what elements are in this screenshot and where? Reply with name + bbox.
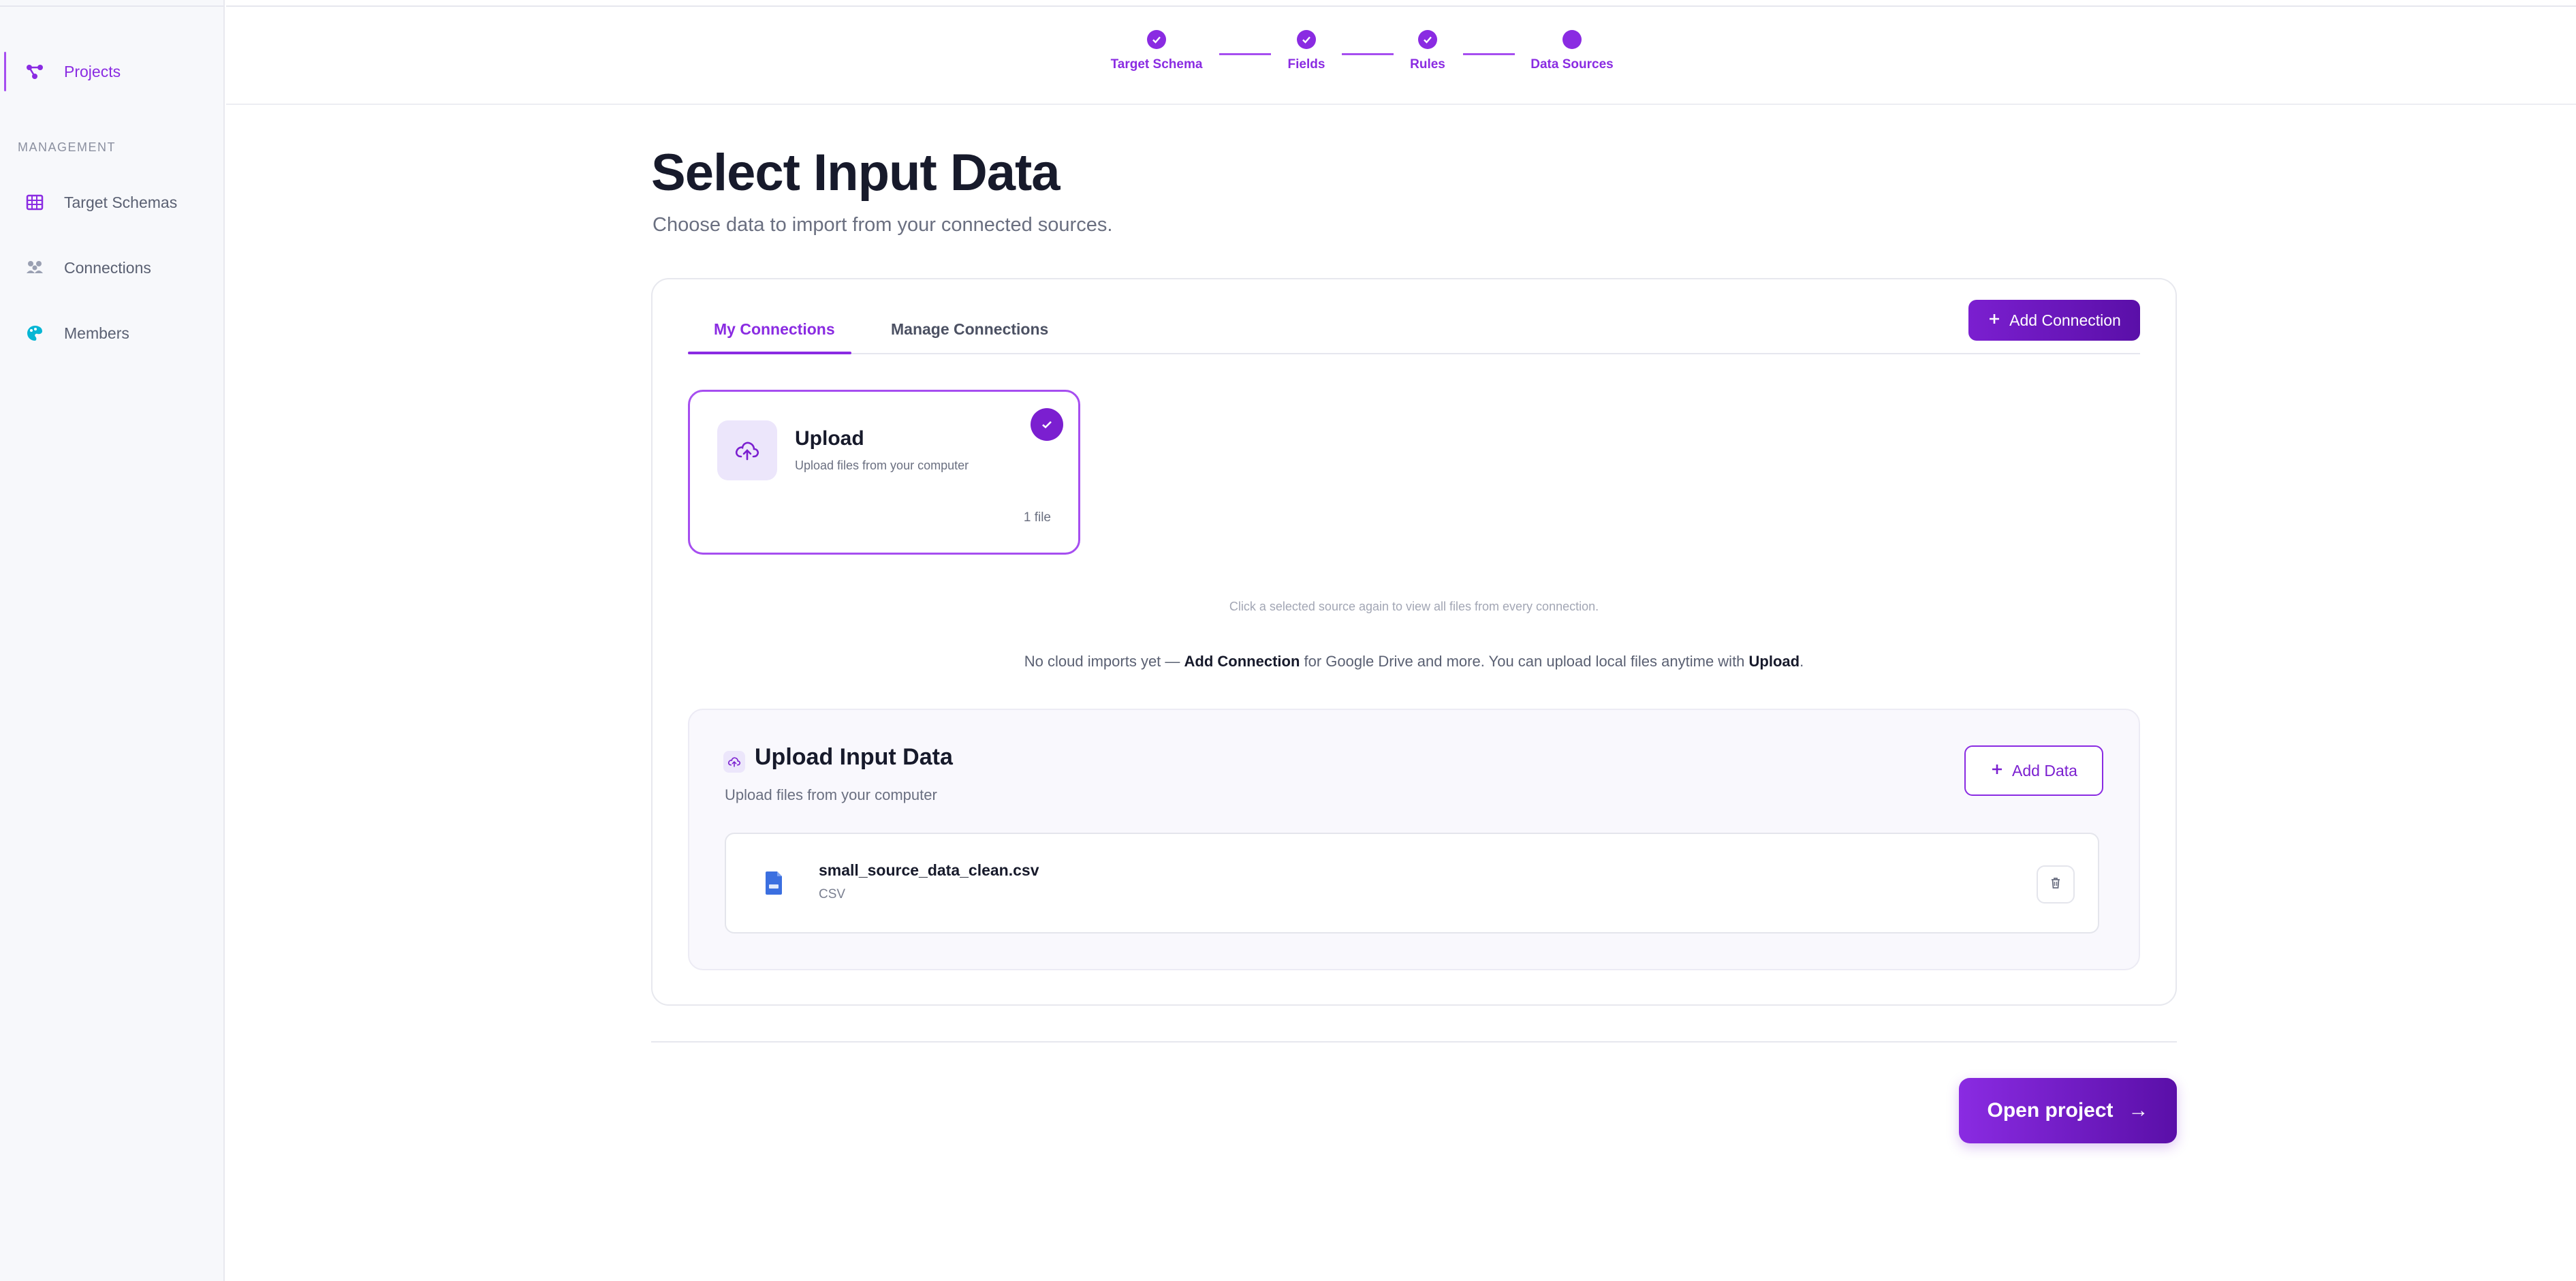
plus-icon (1990, 762, 2004, 780)
open-project-label: Open project (1987, 1099, 2114, 1122)
upload-source-tile[interactable]: Upload Upload files from your computer 1… (688, 390, 1080, 555)
active-tab-indicator (688, 352, 851, 354)
info-upload: Upload (1748, 653, 1800, 670)
step-label: Target Schema (1110, 57, 1203, 72)
sidebar-item-label: Connections (64, 258, 151, 277)
projects-icon (25, 61, 45, 82)
palette-icon (25, 323, 45, 343)
add-connection-button[interactable]: Add Connection (1968, 300, 2140, 341)
hint-text: Click a selected source again to view al… (1229, 600, 1599, 613)
add-data-button[interactable]: Add Data (1964, 745, 2103, 796)
step-label: Data Sources (1530, 57, 1614, 72)
step-label: Fields (1287, 57, 1325, 72)
file-row[interactable]: small_source_data_clean.csv CSV (725, 833, 2099, 933)
tabs-divider (688, 353, 2140, 354)
sidebar-item-label: Members (64, 324, 129, 342)
cloud-upload-icon (723, 751, 745, 773)
people-icon (25, 258, 45, 278)
add-data-label: Add Data (2012, 761, 2077, 780)
step-fields[interactable]: Fields (1238, 30, 1375, 72)
sidebar-item-members[interactable]: Members (0, 309, 225, 357)
open-project-button[interactable]: Open project → (1959, 1078, 2177, 1143)
current-step-dot (1562, 30, 1582, 49)
sidebar-item-label: Projects (64, 62, 121, 80)
info-text: No cloud imports yet — Add Connection fo… (651, 653, 2177, 670)
sidebar-section-heading: MANAGEMENT (18, 140, 116, 154)
sidebar-item-target-schemas[interactable]: Target Schemas (0, 179, 225, 226)
upload-panel-title: Upload Input Data (755, 744, 953, 770)
csv-file-icon (764, 871, 783, 895)
step-rules[interactable]: Rules (1360, 30, 1496, 72)
selected-check-icon (1031, 408, 1063, 441)
file-name: small_source_data_clean.csv (819, 861, 1039, 879)
source-title: Upload (795, 427, 864, 450)
trash-icon (2049, 876, 2062, 893)
info-middle: for Google Drive and more. You can uploa… (1300, 653, 1749, 670)
info-add-connection: Add Connection (1184, 653, 1300, 670)
sidebar: Projects MANAGEMENT Target Schemas Conne… (0, 0, 225, 1281)
info-prefix: No cloud imports yet — (1024, 653, 1184, 670)
step-data-sources[interactable]: Data Sources (1504, 30, 1640, 72)
footer-divider (651, 1041, 2177, 1043)
sidebar-top-divider (0, 5, 225, 7)
cloud-upload-icon (717, 420, 777, 480)
file-type: CSV (819, 887, 846, 901)
upload-panel-subtitle: Upload files from your computer (725, 786, 937, 803)
delete-file-button[interactable] (2037, 865, 2075, 904)
file-count: 1 file (1023, 510, 1051, 525)
info-suffix: . (1800, 653, 1804, 670)
check-icon (1418, 30, 1437, 49)
tab-manage-connections[interactable]: Manage Connections (891, 320, 1048, 339)
page-subtitle: Choose data to import from your connecte… (653, 214, 1113, 236)
check-icon (1147, 30, 1166, 49)
tab-my-connections[interactable]: My Connections (714, 320, 835, 339)
step-label: Rules (1410, 57, 1445, 72)
step-target-schema[interactable]: Target Schema (1088, 30, 1225, 72)
source-subtitle: Upload files from your computer (795, 459, 969, 472)
check-icon (1297, 30, 1316, 49)
sidebar-item-connections[interactable]: Connections (0, 244, 225, 292)
plus-icon (1988, 311, 2001, 330)
page-title: Select Input Data (651, 144, 1061, 202)
grid-icon (25, 192, 45, 213)
sidebar-item-label: Target Schemas (64, 193, 178, 211)
add-connection-label: Add Connection (2009, 311, 2121, 329)
arrow-right-icon: → (2128, 1099, 2149, 1122)
sidebar-item-projects[interactable]: Projects (0, 48, 225, 95)
